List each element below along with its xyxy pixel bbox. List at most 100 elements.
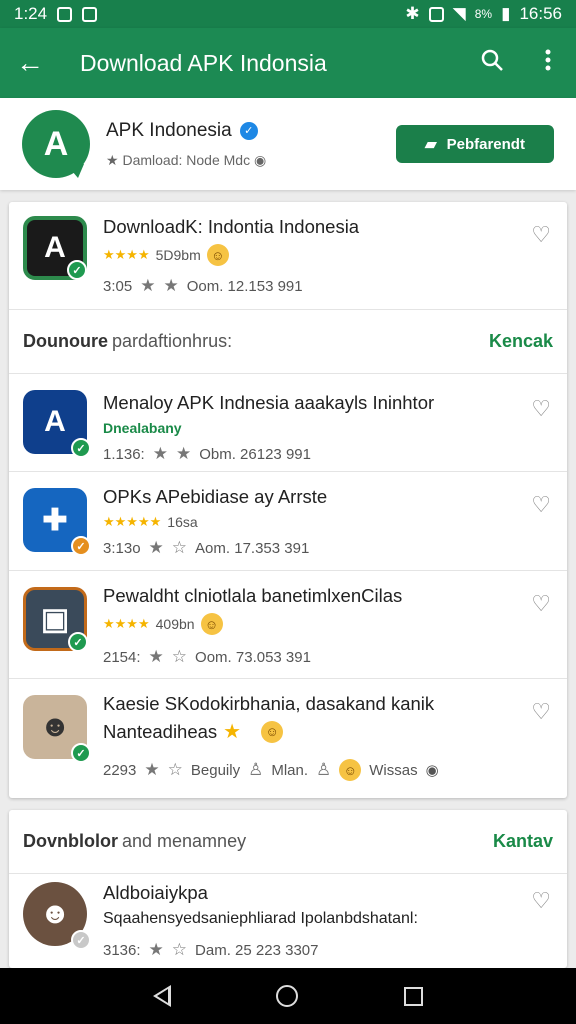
app-title: Kaesie SKodokirbhania, dasakand kanik xyxy=(103,693,435,714)
avatar: ☻ ✓ xyxy=(23,695,91,763)
star-outline-icon: ☆ xyxy=(167,760,183,779)
app-icon: A ✓ xyxy=(23,390,91,458)
star-outline-icon: ☆ xyxy=(171,647,188,666)
app-title: DownloadK: Indontia Indonesia xyxy=(103,216,360,237)
follow-label: Pebfarendt xyxy=(446,135,525,153)
thumbs-up-icon: ♙ xyxy=(316,760,332,779)
meta-number: 2293 xyxy=(103,761,137,779)
meta-number: 3136: xyxy=(103,941,141,959)
developer-subtitle: Damload: Node Mdc xyxy=(122,151,251,168)
star-icon: ★ xyxy=(140,276,156,295)
verified-icon: ✓ xyxy=(239,121,258,140)
developer-info: APK Indonesia ✓ ★ Damload: Node Mdc ◉ xyxy=(106,120,396,169)
search-icon[interactable] xyxy=(464,48,520,79)
installed-badge-icon: ✓ xyxy=(71,743,91,763)
installed-badge-icon: ✓ xyxy=(67,260,87,280)
meta-date: Oom. 12.153 991 xyxy=(186,277,303,295)
list-item[interactable]: ☻ ✓ Aldboiaiykpa Sqaahensyedsaniephliarad… xyxy=(9,874,567,968)
app-bar: ← Download APK Indonsia xyxy=(0,28,576,98)
list-item[interactable]: ▣ ✓ Pewaldht clniotlala banetimlxenCilas … xyxy=(9,571,567,679)
app-meta: 2293 ★ ☆ Beguily ♙ Mlan. ♙ ☺ Wissas ◉ xyxy=(103,759,439,781)
meta-number: 2154: xyxy=(103,648,141,666)
developer-card: A APK Indonesia ✓ ★ Damload: Node Mdc ◉ … xyxy=(0,98,576,190)
emoji-icon: ☺ xyxy=(206,244,229,266)
bluetooth-icon: ✱ xyxy=(405,4,420,23)
emoji-icon: ☺ xyxy=(261,720,284,743)
app-meta: 3:05 ★ ★ Oom. 12.153 991 xyxy=(103,276,303,296)
developer-logo[interactable]: A xyxy=(22,110,90,178)
star-icon: ★ xyxy=(106,151,119,168)
section-link[interactable]: Kantav xyxy=(493,831,553,852)
favorite-heart-icon[interactable]: ♡ xyxy=(531,492,551,518)
system-nav-bar xyxy=(0,968,576,1024)
list-item[interactable]: ✚ ✓ OPKs APebidiase ay Arrste ★★★★★ 16sa … xyxy=(9,472,567,571)
list-item[interactable]: ☻ ✓ Kaesie SKodokirbhania, dasakand kanik… xyxy=(9,679,567,794)
more-vert-icon[interactable] xyxy=(520,49,576,78)
star-icon: ★ xyxy=(144,760,160,779)
follow-button[interactable]: ▰ Pebfarendt xyxy=(396,125,554,163)
meta-text: Mlan. xyxy=(271,761,309,779)
meta-number: 3:13o xyxy=(103,539,141,557)
nav-recents-icon[interactable] xyxy=(404,986,424,1006)
installed-badge-icon: ✓ xyxy=(71,536,91,556)
meta-text: Beguily xyxy=(190,761,241,779)
meta-date: Obm. 26123 991 xyxy=(199,445,311,463)
favorite-heart-icon[interactable]: ♡ xyxy=(531,396,551,422)
app-title: Menaloy APK Indnesia aaakayls Ininhtor xyxy=(103,392,435,413)
nav-back-icon[interactable] xyxy=(152,985,171,1007)
favorite-heart-icon[interactable]: ♡ xyxy=(531,222,551,248)
avatar: ☻ ✓ xyxy=(23,882,91,950)
section-title: Dounoure xyxy=(23,331,108,351)
favorite-heart-icon[interactable]: ♡ xyxy=(531,888,551,914)
section-header: Dounoure pardaftionhrus: Kencak xyxy=(9,310,567,374)
app-meta: 3136: ★ ☆ Dam. 25 223 3307 xyxy=(103,940,318,960)
globe-icon: ◉ xyxy=(425,762,439,779)
section-link[interactable]: Kencak xyxy=(489,331,553,352)
installed-badge-icon: ✓ xyxy=(68,632,88,652)
apps-card-2: Dovnblolor and menamney Kantav ☻ ✓ Aldboi… xyxy=(9,810,567,968)
app-title: Aldboiaiykpa xyxy=(103,882,208,903)
star-outline-icon: ☆ xyxy=(171,940,188,959)
installed-badge-icon: ✓ xyxy=(71,930,91,950)
rating-text: 409bn xyxy=(155,616,195,632)
app-title-line2: Nanteadiheas xyxy=(103,720,218,742)
app-meta: 3:13o ★ ☆ Aom. 17.353 391 xyxy=(103,538,309,558)
wifi-icon: ◥ xyxy=(452,4,466,23)
gallery-icon xyxy=(57,6,73,22)
section-header: Dovnblolor and menamney Kantav xyxy=(9,810,567,874)
installed-badge-icon: ✓ xyxy=(71,438,91,458)
app-meta: 2154: ★ ☆ Oom. 73.053 391 xyxy=(103,647,311,667)
battery-percent: 8% xyxy=(474,7,493,21)
app-meta: 1.136: ★ ★ Obm. 26123 991 xyxy=(103,444,311,464)
meta-date: Aom. 17.353 391 xyxy=(195,539,310,557)
favorite-heart-icon[interactable]: ♡ xyxy=(531,699,551,725)
app-title: Pewaldht clniotlala banetimlxenCilas xyxy=(103,585,403,606)
star-icon: ★ xyxy=(148,538,164,557)
rating-stars-icon: ★★★★★ xyxy=(103,514,162,529)
rating-stars-icon: ★★★★ xyxy=(103,247,150,262)
list-item[interactable]: A ✓ DownloadK: Indontia Indonesia ★★★★ 5D… xyxy=(9,202,567,310)
app-icon: ▣ ✓ xyxy=(23,587,88,652)
app-title: OPKs APebidiase ay Arrste xyxy=(103,486,328,507)
nav-home-icon[interactable] xyxy=(276,985,299,1007)
list-item[interactable]: A ✓ Menaloy APK Indnesia aaakayls Ininhto… xyxy=(9,374,567,472)
star-icon: ★ xyxy=(163,276,179,295)
star-icon: ★ xyxy=(148,940,164,959)
arrow-left-icon[interactable]: ← xyxy=(0,47,60,79)
section-subtitle: pardaftionhrus: xyxy=(112,331,233,351)
sparkle-star-icon: ★ xyxy=(223,721,242,743)
status-bar: 1:24 ✱ ◥ 8% ▮ 16:56 xyxy=(0,0,576,28)
meta-date: Dam. 25 223 3307 xyxy=(195,941,319,959)
rating-text: 5D9bm xyxy=(155,247,201,263)
notification-icon xyxy=(82,6,98,22)
app-subtitle: Sqaahensyedsaniephliarad Ipolanbdshatanl… xyxy=(103,910,418,927)
favorite-heart-icon[interactable]: ♡ xyxy=(531,591,551,617)
meta-text: Wissas xyxy=(369,761,418,779)
developer-name[interactable]: APK Indonesia xyxy=(106,120,232,142)
emoji-icon: ☺ xyxy=(200,613,223,635)
meta-number: 1.136: xyxy=(103,445,145,463)
star-icon: ★ xyxy=(152,444,168,463)
page-title: Download APK Indonsia xyxy=(80,49,327,76)
signal-icon: ▮ xyxy=(501,4,511,23)
star-outline-icon: ☆ xyxy=(171,538,188,557)
